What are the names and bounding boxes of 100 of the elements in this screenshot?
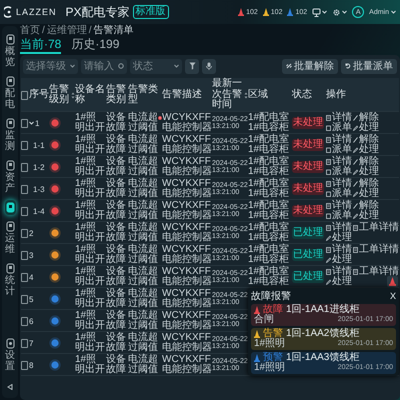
row-checkbox[interactable]: [21, 250, 28, 260]
table-cell: WCYKXFF电能控制器: [162, 134, 212, 156]
row-action-link[interactable]: 详情: [326, 266, 352, 277]
table-cell-text: 1#配电室1#电容柜: [248, 200, 290, 222]
table-cell-text: 设备故障: [106, 200, 127, 222]
row-action-link[interactable]: 处理: [353, 167, 379, 178]
row-checkbox[interactable]: [21, 360, 28, 370]
sidebar-item[interactable]: 监测: [4, 116, 16, 154]
breadcrumb-link[interactable]: 首页: [20, 25, 40, 37]
row-checkbox[interactable]: [21, 272, 28, 282]
row-action-link[interactable]: 处理: [326, 255, 352, 266]
row-action-link[interactable]: 解除: [353, 178, 379, 189]
table-cell: WCYKXFF电能控制器: [162, 112, 212, 134]
row-checkbox[interactable]: [21, 206, 28, 216]
row-action-link[interactable]: 处理: [326, 233, 352, 244]
row-checkbox[interactable]: [21, 140, 28, 150]
table-cell: 1#照明出开: [75, 244, 106, 266]
status-badge: 未处理: [292, 205, 324, 217]
table-cell: 1#照明出开: [75, 156, 106, 178]
sort-icon[interactable]: [71, 92, 75, 98]
collapse-button[interactable]: [5, 382, 15, 392]
settings-icon: [332, 8, 342, 16]
alarm-device: 1回-1AA2馈线柜: [286, 329, 360, 339]
tab[interactable]: 历史·199: [71, 37, 120, 54]
row-action-link[interactable]: 工单详情: [353, 266, 399, 277]
row-action-link[interactable]: 解除: [353, 112, 379, 123]
table-cell-text: 设备故障: [106, 134, 127, 156]
row-action-link[interactable]: 处理: [326, 277, 352, 288]
table-cell: 电流超过阈值: [128, 222, 158, 244]
row-action-link[interactable]: 解除: [353, 134, 379, 145]
sidebar-item[interactable]: 资产: [4, 158, 16, 196]
table-cell: WCYKXFF电能控制器: [162, 200, 212, 222]
filter-button[interactable]: [185, 58, 199, 74]
row-action-link[interactable]: 详情: [326, 112, 352, 123]
row-checkbox[interactable]: [21, 294, 28, 304]
sidebar-item[interactable]: 配电: [4, 74, 16, 112]
logo-text: LAZZEN: [16, 7, 57, 17]
table-cell: 1#照明出开: [75, 112, 106, 134]
status-select[interactable]: 状态: [130, 58, 182, 74]
sort-icon[interactable]: [244, 92, 248, 98]
row-action-link[interactable]: 处理: [353, 189, 379, 200]
column-header[interactable]: 最新一次告警时间: [212, 79, 243, 111]
table-cell-text: 设备故障: [106, 332, 127, 354]
row-checkbox[interactable]: [21, 162, 28, 172]
bulk-action-button[interactable]: 批量解除: [282, 58, 338, 74]
row-action-link[interactable]: 详情: [326, 200, 352, 211]
row-checkbox[interactable]: [21, 316, 28, 326]
alarm-detail: 1#照明: [254, 363, 286, 373]
row-action-link[interactable]: 派单: [326, 167, 352, 178]
bulk-action-button[interactable]: 批量派单: [341, 58, 397, 74]
column-header: 设备名称: [75, 84, 106, 106]
slash-icon: [353, 202, 358, 209]
sidebar-item[interactable]: [4, 200, 16, 215]
table-cell: 1#照明出开: [75, 178, 106, 200]
row-action-link[interactable]: 详情: [326, 244, 352, 255]
search-field[interactable]: 请输入: [81, 58, 127, 74]
row-action-link[interactable]: 派单: [326, 123, 352, 134]
mic-button[interactable]: [202, 58, 216, 74]
row-action-link[interactable]: 详情: [326, 134, 352, 145]
row-action-link[interactable]: 处理: [353, 123, 379, 134]
row-checkbox[interactable]: [21, 118, 28, 128]
row-action-link[interactable]: 工单详情: [353, 222, 399, 233]
monitor-menu-button[interactable]: [312, 8, 328, 16]
row-action-link[interactable]: 解除: [353, 200, 379, 211]
status-badge: 未处理: [292, 117, 324, 129]
table-cell-text: 1#配电室1#电容柜: [248, 156, 290, 178]
select-all-checkbox[interactable]: [21, 90, 28, 100]
column-header[interactable]: 告警级别: [49, 84, 70, 106]
expand-caret-icon[interactable]: [29, 121, 34, 125]
device-icon: [6, 263, 14, 274]
sidebar-item[interactable]: 设置: [4, 336, 16, 374]
sidebar-item[interactable]: 运维: [4, 219, 16, 257]
row-action-link[interactable]: 详情: [326, 178, 352, 189]
level-select[interactable]: 选择等级: [23, 58, 78, 74]
row-action-link[interactable]: 解除: [353, 156, 379, 167]
row-checkbox[interactable]: [21, 184, 28, 194]
document-icon: [326, 158, 331, 165]
table-cell-text: 设备故障: [106, 288, 127, 310]
row-action-link[interactable]: 详情: [326, 156, 352, 167]
sidebar-item[interactable]: 统计: [4, 261, 16, 299]
table-cell-text: 设备故障: [106, 244, 127, 266]
row-action-link[interactable]: 派单: [326, 189, 352, 200]
settings-menu-button[interactable]: [332, 8, 348, 16]
document-icon: [326, 114, 331, 121]
close-button[interactable]: X: [390, 291, 396, 301]
row-action-link[interactable]: 处理: [353, 145, 379, 156]
breadcrumb-link[interactable]: 运维管理: [46, 25, 87, 37]
row-action-link[interactable]: 派单: [326, 211, 352, 222]
row-checkbox[interactable]: [21, 228, 28, 238]
row-action-link[interactable]: 工单详情: [353, 244, 399, 255]
sidebar-item[interactable]: 概览: [4, 32, 16, 70]
alarm-button[interactable]: [387, 276, 398, 287]
row-action-link[interactable]: 详情: [326, 222, 352, 233]
pen-icon: [353, 147, 358, 154]
row-checkbox[interactable]: [21, 338, 28, 348]
table-cell-text: 设备故障: [106, 222, 127, 244]
row-action-link[interactable]: 派单: [326, 145, 352, 156]
row-action-link[interactable]: 处理: [353, 211, 379, 222]
device-icon: [6, 338, 14, 349]
slash-icon: [353, 136, 358, 143]
